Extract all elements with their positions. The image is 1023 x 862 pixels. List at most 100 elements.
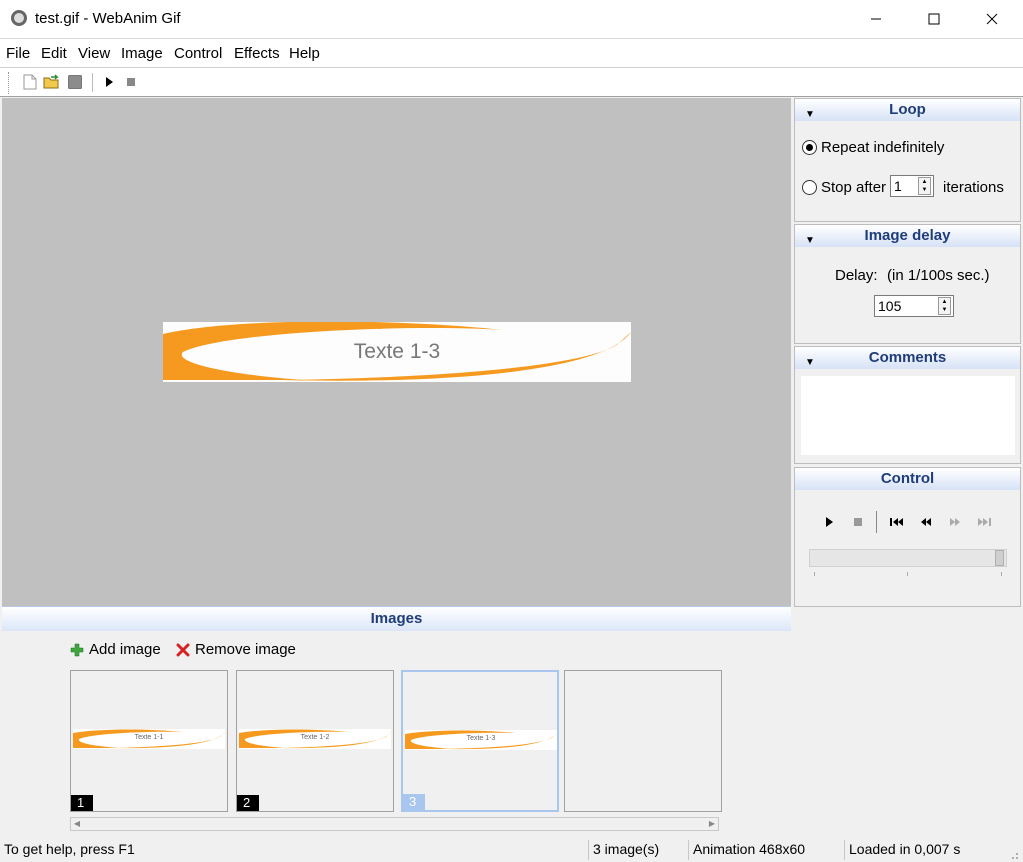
control-play-button[interactable] <box>820 513 838 531</box>
remove-x-icon <box>176 643 190 656</box>
comments-title: Comments <box>868 349 947 366</box>
thumbnail-number: 1 <box>71 795 93 811</box>
scroll-right-icon[interactable]: ▶ <box>706 818 718 830</box>
toolbar-separator <box>92 73 93 92</box>
remove-image-button[interactable]: Remove image <box>176 641 296 658</box>
status-separator <box>588 840 589 860</box>
thumbnail-1[interactable]: Texte 1-1 1 <box>70 670 228 812</box>
menu-image[interactable]: Image <box>121 45 163 62</box>
title-bar: test.gif - WebAnim Gif <box>0 0 1023 38</box>
control-separator <box>876 511 877 533</box>
plus-icon <box>70 643 84 656</box>
frame-slider[interactable] <box>809 549 1007 567</box>
status-separator <box>844 840 845 860</box>
frame-slider-thumb[interactable] <box>995 550 1004 566</box>
previous-frame-button[interactable] <box>917 513 935 531</box>
remove-image-label: Remove image <box>195 641 296 658</box>
open-folder-icon <box>43 74 59 89</box>
open-button[interactable] <box>43 73 61 91</box>
status-separator <box>688 840 689 860</box>
menu-effects[interactable]: Effects <box>234 45 280 62</box>
loop-panel: ▼ Loop Repeat indefinitely Stop after 1 ▲… <box>794 98 1021 222</box>
save-icon <box>68 75 82 89</box>
status-bar: To get help, press F1 3 image(s) Animati… <box>0 838 1023 862</box>
maximize-icon <box>928 13 940 25</box>
comments-panel: ▼ Comments <box>794 346 1021 464</box>
control-panel: Control <box>794 467 1021 607</box>
thumbnail-text: Texte 1-1 <box>134 734 164 741</box>
app-icon <box>11 10 27 26</box>
thumbnail-strip: Texte 1-1 1 Texte 1-2 2 Texte 1-3 3 <box>70 670 722 812</box>
status-load-time: Loaded in 0,007 s <box>849 841 961 857</box>
comments-textarea[interactable] <box>801 376 1015 455</box>
spin-arrows-icon[interactable]: ▲ ▼ <box>918 177 931 195</box>
menu-view[interactable]: View <box>78 45 110 62</box>
repeat-indefinitely-label: Repeat indefinitely <box>821 139 945 156</box>
thumbnail-text: Texte 1-2 <box>300 734 330 741</box>
stop-icon <box>854 518 862 526</box>
skip-to-start-icon <box>890 518 903 526</box>
menu-bar: File Edit View Image Control Effects Hel… <box>0 38 1023 67</box>
close-button[interactable] <box>963 0 1021 38</box>
iterations-value: 1 <box>894 178 902 194</box>
resize-grip-icon[interactable] <box>1009 850 1019 860</box>
delay-label: Delay: <box>835 267 878 284</box>
stop-button[interactable] <box>122 73 140 91</box>
play-button[interactable] <box>100 73 118 91</box>
collapse-triangle-icon[interactable]: ▼ <box>805 230 815 252</box>
iterations-label: iterations <box>943 179 1004 196</box>
thumbnail-image: Texte 1-1 <box>73 729 225 749</box>
thumbnail-text: Texte 1-3 <box>466 735 496 742</box>
thumbnail-2[interactable]: Texte 1-2 2 <box>236 670 394 812</box>
thumbnail-image: Texte 1-3 <box>405 730 557 750</box>
spin-arrows-icon[interactable]: ▲ ▼ <box>938 297 951 315</box>
delay-input[interactable]: 105 ▲ ▼ <box>874 295 954 317</box>
slider-tick <box>907 572 908 576</box>
thumbnail-scrollbar[interactable]: ◀ ▶ <box>70 817 719 831</box>
first-frame-button[interactable] <box>888 513 906 531</box>
status-animation-size: Animation 468x60 <box>693 841 806 857</box>
next-frame-button[interactable] <box>946 513 964 531</box>
window-title: test.gif - WebAnim Gif <box>35 10 181 27</box>
collapse-triangle-icon[interactable]: ▼ <box>805 352 815 374</box>
control-title: Control <box>880 470 935 487</box>
add-image-button[interactable]: Add image <box>70 641 161 658</box>
status-help: To get help, press F1 <box>4 841 135 857</box>
last-frame-button[interactable] <box>975 513 993 531</box>
maximize-button[interactable] <box>905 0 963 38</box>
iterations-input[interactable]: 1 ▲ ▼ <box>890 175 934 197</box>
save-button[interactable] <box>66 73 84 91</box>
slider-tick <box>1001 572 1002 576</box>
menu-control[interactable]: Control <box>174 45 222 62</box>
menu-help[interactable]: Help <box>289 45 320 62</box>
menu-file[interactable]: File <box>6 45 30 62</box>
stop-after-radio[interactable] <box>802 180 817 195</box>
menu-edit[interactable]: Edit <box>41 45 67 62</box>
close-icon <box>986 13 998 25</box>
thumbnail-empty-slot <box>564 670 722 812</box>
slider-tick <box>814 572 815 576</box>
banner-text: Texte 1-3 <box>353 340 441 363</box>
minimize-button[interactable] <box>847 0 905 38</box>
thumbnail-number: 2 <box>237 795 259 811</box>
images-panel: Images Add image Remove image Texte 1-1 … <box>2 606 791 836</box>
toolbar <box>0 67 1023 97</box>
rewind-icon <box>921 518 931 526</box>
scroll-left-icon[interactable]: ◀ <box>71 818 83 830</box>
play-icon <box>106 77 113 87</box>
status-image-count: 3 image(s) <box>593 841 660 857</box>
new-file-icon <box>23 74 37 90</box>
delay-unit-label: (in 1/100s sec.) <box>887 267 990 284</box>
thumbnail-image: Texte 1-2 <box>239 729 391 749</box>
control-stop-button[interactable] <box>849 513 867 531</box>
image-delay-panel: ▼ Image delay Delay: (in 1/100s sec.) 105… <box>794 224 1021 344</box>
collapse-triangle-icon[interactable]: ▼ <box>805 104 815 126</box>
repeat-indefinitely-radio[interactable] <box>802 140 817 155</box>
thumbnail-3[interactable]: Texte 1-3 3 <box>401 670 559 812</box>
new-file-button[interactable] <box>21 73 39 91</box>
delay-value: 105 <box>878 298 902 314</box>
image-delay-title: Image delay <box>864 227 951 244</box>
toolbar-grip <box>8 72 11 94</box>
loop-panel-title: Loop <box>889 101 926 118</box>
minimize-icon <box>871 18 881 20</box>
